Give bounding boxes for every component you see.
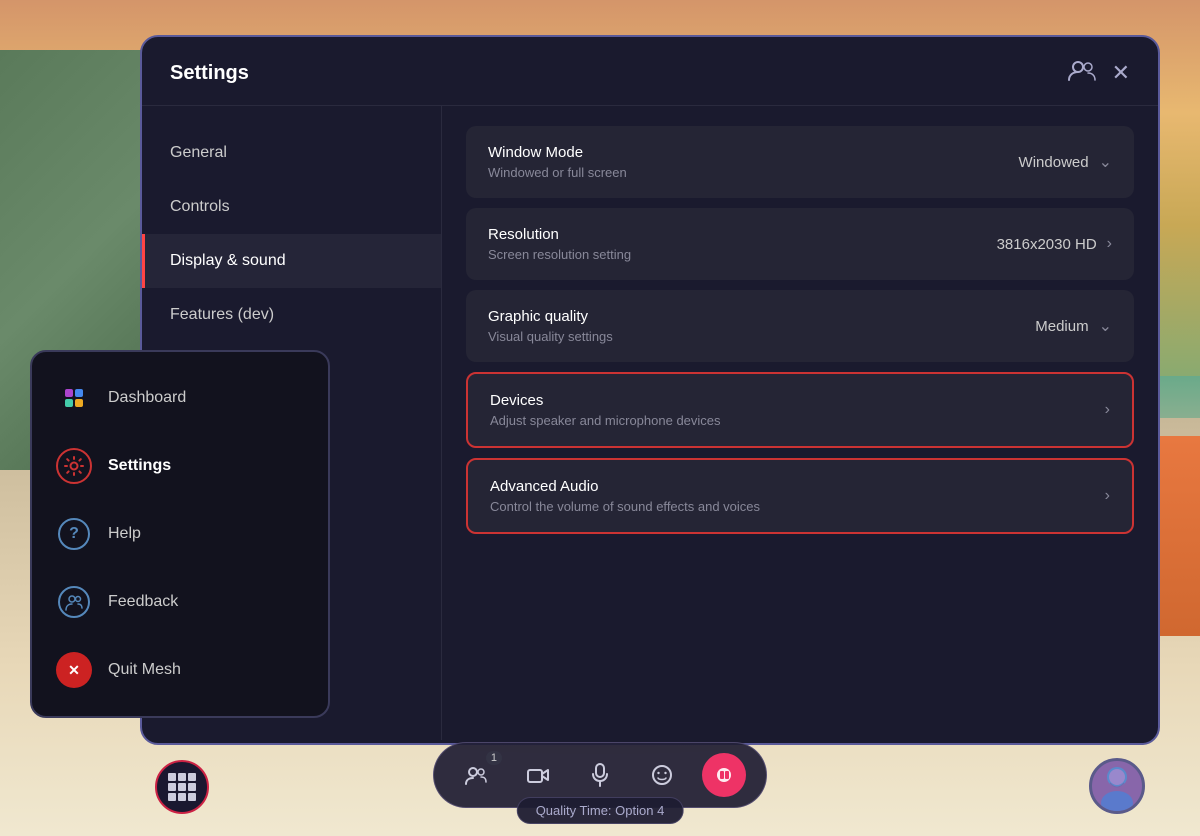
- setting-name-devices: Devices: [490, 392, 721, 409]
- menu-label-feedback: Feedback: [108, 593, 178, 611]
- profile-icon[interactable]: [1068, 59, 1096, 87]
- feedback-people-icon: [58, 586, 90, 618]
- sidebar-label-display-sound: Display & sound: [170, 252, 286, 270]
- dash-square-3: [65, 399, 73, 407]
- settings-gear-icon: [56, 448, 92, 484]
- setting-desc-resolution: Screen resolution setting: [488, 247, 631, 262]
- sidebar-label-controls: Controls: [170, 198, 230, 216]
- menu-label-settings: Settings: [108, 457, 171, 475]
- sidebar-item-features-dev[interactable]: Features (dev): [142, 288, 441, 342]
- menu-label-dashboard: Dashboard: [108, 389, 186, 407]
- dash-square-2: [75, 389, 83, 397]
- chevron-right-icon-advanced-audio: ›: [1105, 487, 1110, 505]
- quit-icon: ✕: [56, 652, 92, 688]
- setting-row-graphic-quality[interactable]: Graphic quality Visual quality settings …: [466, 290, 1134, 362]
- setting-desc-advanced-audio: Control the volume of sound effects and …: [490, 499, 760, 514]
- chevron-down-icon: ⌄: [1099, 152, 1112, 172]
- setting-name-resolution: Resolution: [488, 226, 631, 243]
- menu-item-quit[interactable]: ✕ Quit Mesh: [32, 636, 328, 704]
- sidebar-item-display-sound[interactable]: Display & sound: [142, 234, 441, 288]
- setting-row-devices[interactable]: Devices Adjust speaker and microphone de…: [466, 372, 1134, 448]
- grid-dot: [168, 793, 176, 801]
- setting-value-window-mode: Windowed: [1019, 154, 1089, 171]
- menu-label-help: Help: [108, 525, 141, 543]
- grid-dot: [178, 793, 186, 801]
- sidebar-item-general[interactable]: General: [142, 126, 441, 180]
- settings-title: Settings: [170, 62, 249, 85]
- grid-dot: [188, 783, 196, 791]
- avatar-button[interactable]: [1089, 758, 1145, 814]
- setting-desc-window-mode: Windowed or full screen: [488, 165, 627, 180]
- chevron-right-icon: ›: [1107, 235, 1112, 253]
- grid-dot: [168, 773, 176, 781]
- titlebar-icons: ✕: [1068, 59, 1130, 87]
- menu-item-settings[interactable]: Settings: [32, 432, 328, 500]
- setting-row-window-mode[interactable]: Window Mode Windowed or full screen Wind…: [466, 126, 1134, 198]
- emoji-button[interactable]: [640, 753, 684, 797]
- grid-apps-button[interactable]: [155, 760, 209, 814]
- people-button[interactable]: 1: [454, 753, 498, 797]
- camera-button[interactable]: [516, 753, 560, 797]
- setting-desc-devices: Adjust speaker and microphone devices: [490, 413, 721, 428]
- grid-dot: [178, 783, 186, 791]
- setting-row-advanced-audio[interactable]: Advanced Audio Control the volume of sou…: [466, 458, 1134, 534]
- quality-label: Quality Time: Option 4: [536, 803, 665, 818]
- setting-value-graphic-quality: Medium: [1035, 318, 1088, 335]
- grid-icon: [168, 773, 196, 801]
- quality-pill: Quality Time: Option 4: [517, 797, 684, 824]
- overlay-menu: Dashboard Settings ? Help: [30, 350, 330, 718]
- settings-titlebar: Settings ✕: [142, 37, 1158, 106]
- menu-label-quit: Quit Mesh: [108, 661, 181, 679]
- feedback-icon: [56, 584, 92, 620]
- grid-dot: [178, 773, 186, 781]
- menu-item-dashboard[interactable]: Dashboard: [32, 364, 328, 432]
- grid-dot: [168, 783, 176, 791]
- grid-dot: [188, 773, 196, 781]
- people-count: 1: [486, 751, 502, 765]
- menu-item-feedback[interactable]: Feedback: [32, 568, 328, 636]
- grid-dot: [188, 793, 196, 801]
- setting-name-graphic-quality: Graphic quality: [488, 308, 613, 325]
- help-question-icon: ?: [58, 518, 90, 550]
- settings-content: Window Mode Windowed or full screen Wind…: [442, 106, 1158, 740]
- menu-item-help[interactable]: ? Help: [32, 500, 328, 568]
- setting-name-advanced-audio: Advanced Audio: [490, 478, 760, 495]
- microphone-button[interactable]: [578, 753, 622, 797]
- dash-square-4: [75, 399, 83, 407]
- record-button[interactable]: [702, 753, 746, 797]
- close-button[interactable]: ✕: [1112, 62, 1130, 84]
- dash-square-1: [65, 389, 73, 397]
- chevron-down-icon-2: ⌄: [1099, 316, 1112, 336]
- sidebar-label-features-dev: Features (dev): [170, 306, 274, 324]
- setting-row-resolution[interactable]: Resolution Screen resolution setting 381…: [466, 208, 1134, 280]
- sidebar-label-general: General: [170, 144, 227, 162]
- help-icon: ?: [56, 516, 92, 552]
- setting-value-resolution: 3816x2030 HD: [997, 236, 1097, 253]
- chevron-right-icon-devices: ›: [1105, 401, 1110, 419]
- sidebar-item-controls[interactable]: Controls: [142, 180, 441, 234]
- setting-name-window-mode: Window Mode: [488, 144, 627, 161]
- dashboard-icon: [56, 380, 92, 416]
- setting-desc-graphic-quality: Visual quality settings: [488, 329, 613, 344]
